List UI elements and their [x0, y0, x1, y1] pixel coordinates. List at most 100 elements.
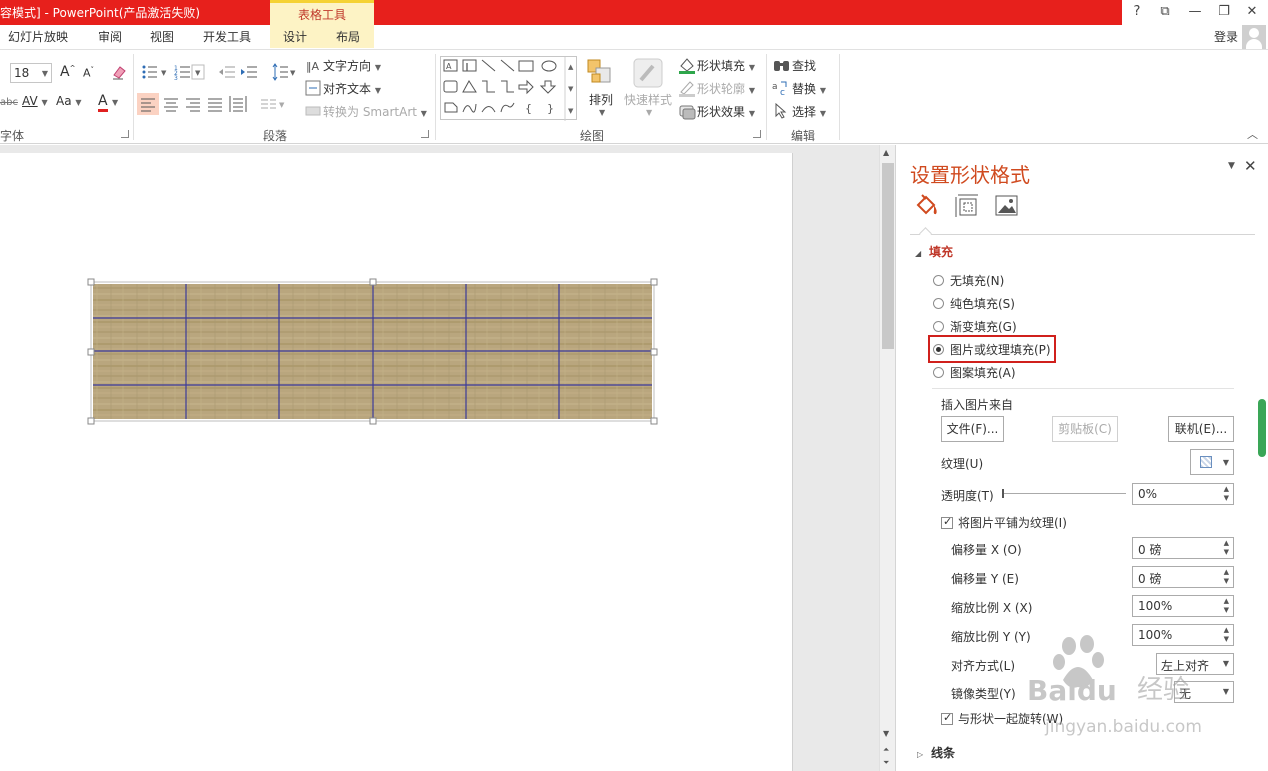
scale-y-spinner[interactable]: 100% ▲ ▼ — [1132, 624, 1234, 646]
radio-icon[interactable] — [933, 298, 944, 309]
vertical-scrollbar[interactable]: ▲ ▼ ⏶ ⏷ — [879, 145, 895, 771]
scroll-up-icon[interactable]: ▲ — [883, 148, 889, 157]
maximize-button[interactable]: ❐ — [1214, 3, 1234, 21]
texture-picker[interactable]: ▼ — [1190, 449, 1234, 475]
transparency-spinner[interactable]: 0% ▲ ▼ — [1132, 483, 1234, 505]
radio-icon[interactable] — [933, 367, 944, 378]
replace-button[interactable]: 替换 ▼ — [792, 80, 826, 97]
online-button[interactable]: 联机(E)... — [1168, 416, 1234, 442]
line-spacing-icon[interactable]: ▼ — [272, 63, 298, 84]
offset-x-spinner[interactable]: 0 磅 ▲ ▼ — [1132, 537, 1234, 559]
binoculars-icon[interactable] — [773, 57, 790, 75]
fill-section-header[interactable]: ◢ 填充 — [915, 243, 953, 260]
size-properties-icon[interactable] — [954, 193, 980, 222]
spin-up-icon[interactable]: ▲ — [1224, 597, 1229, 605]
no-fill-option[interactable]: 无填充(N) — [933, 272, 1004, 289]
strikethrough-button[interactable]: abc — [0, 97, 18, 108]
tab-developer[interactable]: 开发工具 — [203, 28, 251, 45]
bullets-icon[interactable]: ▼ — [141, 64, 169, 83]
arrange-icon[interactable] — [586, 58, 614, 91]
distributed-icon[interactable] — [229, 95, 247, 116]
paragraph-dialog-launcher-icon[interactable] — [421, 130, 429, 138]
tab-view[interactable]: 视图 — [150, 28, 174, 45]
clipboard-button[interactable]: 剪贴板(C) — [1052, 416, 1118, 442]
table-graphic[interactable] — [0, 153, 793, 771]
tab-slideshow[interactable]: 幻灯片放映 — [8, 28, 68, 45]
replace-icon[interactable]: ac — [772, 80, 790, 99]
arrange-button[interactable]: 排列 — [589, 91, 613, 108]
font-dialog-launcher-icon[interactable] — [121, 130, 129, 138]
rotate-with-shape-checkbox[interactable]: 与形状一起旋转(W) — [941, 710, 1063, 727]
solid-fill-option[interactable]: 纯色填充(S) — [933, 295, 1015, 312]
help-button[interactable]: ? — [1127, 3, 1147, 21]
spin-down-icon[interactable]: ▼ — [1224, 577, 1229, 585]
sign-in-link[interactable]: 登录 — [1214, 28, 1238, 45]
quick-styles-icon[interactable] — [633, 58, 663, 91]
align-center-icon[interactable] — [163, 96, 179, 115]
scale-x-spinner[interactable]: 100% ▲ ▼ — [1132, 595, 1234, 617]
tab-table-design[interactable]: 设计 — [283, 28, 307, 45]
collapse-ribbon-icon[interactable]: ︿ — [1247, 126, 1258, 142]
change-case-button[interactable]: Aa ▼ — [56, 94, 82, 108]
spin-down-icon[interactable]: ▼ — [1224, 606, 1229, 614]
spin-up-icon[interactable]: ▲ — [1224, 539, 1229, 547]
font-size-select[interactable]: 18 ▼ — [10, 63, 52, 83]
drawing-dialog-launcher-icon[interactable] — [753, 130, 761, 138]
decrease-indent-icon[interactable] — [218, 64, 236, 83]
convert-smartart-button[interactable]: 转换为 SmartArt ▼ — [323, 103, 427, 120]
radio-icon[interactable] — [933, 321, 944, 332]
align-right-icon[interactable] — [185, 96, 201, 115]
shrink-font-button[interactable]: A˅ — [83, 66, 94, 80]
spin-down-icon[interactable]: ▼ — [1224, 548, 1229, 556]
tab-table-layout[interactable]: 布局 — [336, 28, 360, 45]
shape-fill-icon[interactable] — [678, 56, 696, 77]
slide-canvas[interactable] — [0, 153, 793, 771]
next-slide-icon[interactable]: ⏷ — [883, 758, 889, 768]
transparency-slider[interactable] — [1002, 489, 1126, 498]
close-button[interactable]: ✕ — [1242, 3, 1262, 21]
character-spacing-button[interactable]: AV ▼ — [22, 94, 48, 108]
justify-icon[interactable] — [207, 96, 223, 115]
spin-up-icon[interactable]: ▲ — [1224, 626, 1229, 634]
increase-indent-icon[interactable] — [240, 64, 258, 83]
file-button[interactable]: 文件(F)... — [941, 416, 1004, 442]
slider-thumb[interactable] — [1002, 489, 1004, 498]
alignment-select[interactable]: 左上对齐 ▼ — [1156, 653, 1234, 675]
cursor-icon[interactable] — [775, 102, 787, 122]
tile-texture-checkbox[interactable]: 将图片平铺为纹理(I) — [941, 514, 1067, 531]
pattern-fill-option[interactable]: 图案填充(A) — [933, 364, 1016, 381]
checkbox-icon[interactable] — [941, 711, 953, 725]
pane-scrollbar-thumb[interactable] — [1258, 399, 1266, 457]
shape-effects-icon[interactable] — [678, 102, 696, 123]
text-direction-button[interactable]: 文字方向 ▼ — [323, 57, 381, 74]
tab-review[interactable]: 审阅 — [98, 28, 122, 45]
checkbox-icon[interactable] — [941, 515, 953, 529]
minimize-button[interactable]: — — [1185, 3, 1205, 21]
numbering-icon[interactable]: 1 2 3 ▼ — [174, 64, 206, 83]
pane-options-chevron-icon[interactable]: ▼ — [1228, 161, 1235, 171]
pane-close-icon[interactable]: ✕ — [1244, 157, 1257, 175]
shape-outline-icon[interactable] — [678, 79, 696, 100]
quick-styles-button[interactable]: 快速样式 — [624, 91, 672, 108]
picture-texture-fill-option[interactable]: 图片或纹理填充(P) — [933, 341, 1051, 358]
radio-icon[interactable] — [933, 275, 944, 286]
spin-up-icon[interactable]: ▲ — [1224, 568, 1229, 576]
columns-icon[interactable]: ▼ — [260, 96, 288, 115]
fill-line-icon[interactable] — [914, 193, 940, 222]
mirror-type-select[interactable]: 无 ▼ — [1174, 681, 1234, 703]
shape-outline-button[interactable]: 形状轮廓 ▼ — [697, 80, 755, 97]
previous-slide-icon[interactable]: ⏶ — [883, 745, 889, 755]
scrollbar-thumb[interactable] — [882, 163, 894, 349]
font-color-button[interactable]: A ▼ — [98, 93, 118, 112]
shape-effects-button[interactable]: 形状效果 ▼ — [697, 103, 755, 120]
spin-down-icon[interactable]: ▼ — [1224, 635, 1229, 643]
grow-font-button[interactable]: A^ — [60, 64, 75, 80]
text-direction-icon[interactable]: ‖A — [305, 57, 321, 76]
shapes-gallery[interactable]: A ∥ { } ▲ ▼ ▼ — [440, 56, 577, 121]
align-left-icon[interactable] — [137, 93, 159, 118]
radio-selected-icon[interactable] — [933, 344, 944, 355]
find-button[interactable]: 查找 — [792, 57, 816, 74]
spin-up-icon[interactable]: ▲ — [1224, 485, 1229, 493]
gradient-fill-option[interactable]: 渐变填充(G) — [933, 318, 1017, 335]
align-text-icon[interactable] — [305, 80, 321, 99]
